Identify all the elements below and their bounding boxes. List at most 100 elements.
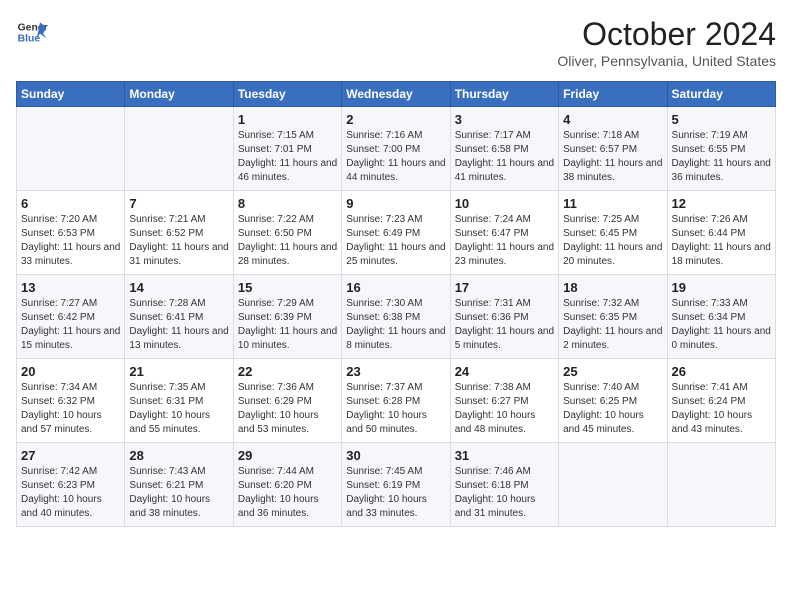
cell-content: Sunrise: 7:21 AM Sunset: 6:52 PM Dayligh…: [129, 213, 228, 269]
cell-content: Sunrise: 7:45 AM Sunset: 6:19 PM Dayligh…: [346, 465, 445, 521]
day-number: 21: [129, 364, 228, 379]
day-number: 13: [21, 280, 120, 295]
day-header-thursday: Thursday: [450, 82, 558, 107]
day-number: 25: [563, 364, 662, 379]
cell-content: Sunrise: 7:27 AM Sunset: 6:42 PM Dayligh…: [21, 297, 120, 353]
day-number: 26: [672, 364, 771, 379]
cell-content: Sunrise: 7:17 AM Sunset: 6:58 PM Dayligh…: [455, 129, 554, 185]
cell-content: Sunrise: 7:36 AM Sunset: 6:29 PM Dayligh…: [238, 381, 337, 437]
page-header: General Blue October 2024 Oliver, Pennsy…: [16, 16, 776, 69]
calendar-cell: [17, 107, 125, 191]
cell-content: Sunrise: 7:42 AM Sunset: 6:23 PM Dayligh…: [21, 465, 120, 521]
calendar-cell: 28 Sunrise: 7:43 AM Sunset: 6:21 PM Dayli…: [125, 443, 233, 527]
calendar-cell: 20 Sunrise: 7:34 AM Sunset: 6:32 PM Dayli…: [17, 359, 125, 443]
cell-content: Sunrise: 7:16 AM Sunset: 7:00 PM Dayligh…: [346, 129, 445, 185]
cell-content: Sunrise: 7:25 AM Sunset: 6:45 PM Dayligh…: [563, 213, 662, 269]
day-number: 7: [129, 196, 228, 211]
day-header-tuesday: Tuesday: [233, 82, 341, 107]
cell-content: Sunrise: 7:31 AM Sunset: 6:36 PM Dayligh…: [455, 297, 554, 353]
day-number: 1: [238, 112, 337, 127]
calendar-cell: 14Sunrise: 7:28 AM Sunset: 6:41 PM Dayli…: [125, 275, 233, 359]
location: Oliver, Pennsylvania, United States: [557, 53, 776, 69]
week-row-1: 1 Sunrise: 7:15 AM Sunset: 7:01 PM Daylig…: [17, 107, 776, 191]
calendar-table: SundayMondayTuesdayWednesdayThursdayFrid…: [16, 81, 776, 527]
calendar-cell: 10 Sunrise: 7:24 AM Sunset: 6:47 PM Dayli…: [450, 191, 558, 275]
calendar-cell: 2 Sunrise: 7:16 AM Sunset: 7:00 PM Daylig…: [342, 107, 450, 191]
calendar-cell: [667, 443, 775, 527]
calendar-cell: 30 Sunrise: 7:45 AM Sunset: 6:19 PM Dayli…: [342, 443, 450, 527]
day-number: 23: [346, 364, 445, 379]
week-row-3: 13 Sunrise: 7:27 AM Sunset: 6:42 PM Dayli…: [17, 275, 776, 359]
title-block: October 2024 Oliver, Pennsylvania, Unite…: [557, 16, 776, 69]
calendar-cell: 5Sunrise: 7:19 AM Sunset: 6:55 PM Daylig…: [667, 107, 775, 191]
calendar-cell: 19 Sunrise: 7:33 AM Sunset: 6:34 PM Dayli…: [667, 275, 775, 359]
cell-content: Sunrise: 7:26 AM Sunset: 6:44 PM Dayligh…: [672, 213, 771, 269]
calendar-cell: 23 Sunrise: 7:37 AM Sunset: 6:28 PM Dayli…: [342, 359, 450, 443]
cell-content: Sunrise: 7:41 AM Sunset: 6:24 PM Dayligh…: [672, 381, 771, 437]
cell-content: Sunrise: 7:34 AM Sunset: 6:32 PM Dayligh…: [21, 381, 120, 437]
cell-content: Sunrise: 7:44 AM Sunset: 6:20 PM Dayligh…: [238, 465, 337, 521]
day-number: 19: [672, 280, 771, 295]
week-row-4: 20 Sunrise: 7:34 AM Sunset: 6:32 PM Dayli…: [17, 359, 776, 443]
calendar-cell: [125, 107, 233, 191]
calendar-cell: 12 Sunrise: 7:26 AM Sunset: 6:44 PM Dayli…: [667, 191, 775, 275]
calendar-cell: 17 Sunrise: 7:31 AM Sunset: 6:36 PM Dayli…: [450, 275, 558, 359]
day-header-saturday: Saturday: [667, 82, 775, 107]
logo-icon: General Blue: [16, 16, 48, 48]
cell-content: Sunrise: 7:28 AM Sunset: 6:41 PM Dayligh…: [129, 297, 228, 353]
calendar-cell: 22Sunrise: 7:36 AM Sunset: 6:29 PM Dayli…: [233, 359, 341, 443]
calendar-cell: 3 Sunrise: 7:17 AM Sunset: 6:58 PM Daylig…: [450, 107, 558, 191]
day-number: 20: [21, 364, 120, 379]
cell-content: Sunrise: 7:19 AM Sunset: 6:55 PM Dayligh…: [672, 129, 771, 185]
week-row-5: 27Sunrise: 7:42 AM Sunset: 6:23 PM Dayli…: [17, 443, 776, 527]
cell-content: Sunrise: 7:20 AM Sunset: 6:53 PM Dayligh…: [21, 213, 120, 269]
cell-content: Sunrise: 7:18 AM Sunset: 6:57 PM Dayligh…: [563, 129, 662, 185]
days-header-row: SundayMondayTuesdayWednesdayThursdayFrid…: [17, 82, 776, 107]
calendar-cell: 13 Sunrise: 7:27 AM Sunset: 6:42 PM Dayli…: [17, 275, 125, 359]
day-number: 24: [455, 364, 554, 379]
cell-content: Sunrise: 7:22 AM Sunset: 6:50 PM Dayligh…: [238, 213, 337, 269]
day-number: 31: [455, 448, 554, 463]
cell-content: Sunrise: 7:40 AM Sunset: 6:25 PM Dayligh…: [563, 381, 662, 437]
calendar-cell: 26 Sunrise: 7:41 AM Sunset: 6:24 PM Dayli…: [667, 359, 775, 443]
cell-content: Sunrise: 7:30 AM Sunset: 6:38 PM Dayligh…: [346, 297, 445, 353]
cell-content: Sunrise: 7:37 AM Sunset: 6:28 PM Dayligh…: [346, 381, 445, 437]
day-header-monday: Monday: [125, 82, 233, 107]
cell-content: Sunrise: 7:29 AM Sunset: 6:39 PM Dayligh…: [238, 297, 337, 353]
day-number: 2: [346, 112, 445, 127]
day-header-wednesday: Wednesday: [342, 82, 450, 107]
calendar-cell: 29 Sunrise: 7:44 AM Sunset: 6:20 PM Dayli…: [233, 443, 341, 527]
day-header-sunday: Sunday: [17, 82, 125, 107]
week-row-2: 6Sunrise: 7:20 AM Sunset: 6:53 PM Daylig…: [17, 191, 776, 275]
calendar-cell: 8 Sunrise: 7:22 AM Sunset: 6:50 PM Daylig…: [233, 191, 341, 275]
day-header-friday: Friday: [559, 82, 667, 107]
calendar-cell: 4Sunrise: 7:18 AM Sunset: 6:57 PM Daylig…: [559, 107, 667, 191]
day-number: 28: [129, 448, 228, 463]
calendar-cell: 15Sunrise: 7:29 AM Sunset: 6:39 PM Dayli…: [233, 275, 341, 359]
calendar-cell: 6Sunrise: 7:20 AM Sunset: 6:53 PM Daylig…: [17, 191, 125, 275]
cell-content: Sunrise: 7:33 AM Sunset: 6:34 PM Dayligh…: [672, 297, 771, 353]
cell-content: Sunrise: 7:35 AM Sunset: 6:31 PM Dayligh…: [129, 381, 228, 437]
day-number: 11: [563, 196, 662, 211]
day-number: 3: [455, 112, 554, 127]
cell-content: Sunrise: 7:46 AM Sunset: 6:18 PM Dayligh…: [455, 465, 554, 521]
calendar-cell: [559, 443, 667, 527]
svg-text:Blue: Blue: [18, 34, 41, 45]
calendar-cell: 21 Sunrise: 7:35 AM Sunset: 6:31 PM Dayli…: [125, 359, 233, 443]
cell-content: Sunrise: 7:23 AM Sunset: 6:49 PM Dayligh…: [346, 213, 445, 269]
calendar-cell: 18Sunrise: 7:32 AM Sunset: 6:35 PM Dayli…: [559, 275, 667, 359]
day-number: 30: [346, 448, 445, 463]
day-number: 17: [455, 280, 554, 295]
logo: General Blue: [16, 16, 48, 48]
month-title: October 2024: [557, 16, 776, 53]
day-number: 10: [455, 196, 554, 211]
day-number: 12: [672, 196, 771, 211]
day-number: 8: [238, 196, 337, 211]
day-number: 18: [563, 280, 662, 295]
day-number: 29: [238, 448, 337, 463]
cell-content: Sunrise: 7:24 AM Sunset: 6:47 PM Dayligh…: [455, 213, 554, 269]
cell-content: Sunrise: 7:15 AM Sunset: 7:01 PM Dayligh…: [238, 129, 337, 185]
calendar-cell: 27Sunrise: 7:42 AM Sunset: 6:23 PM Dayli…: [17, 443, 125, 527]
cell-content: Sunrise: 7:43 AM Sunset: 6:21 PM Dayligh…: [129, 465, 228, 521]
calendar-cell: 1 Sunrise: 7:15 AM Sunset: 7:01 PM Daylig…: [233, 107, 341, 191]
